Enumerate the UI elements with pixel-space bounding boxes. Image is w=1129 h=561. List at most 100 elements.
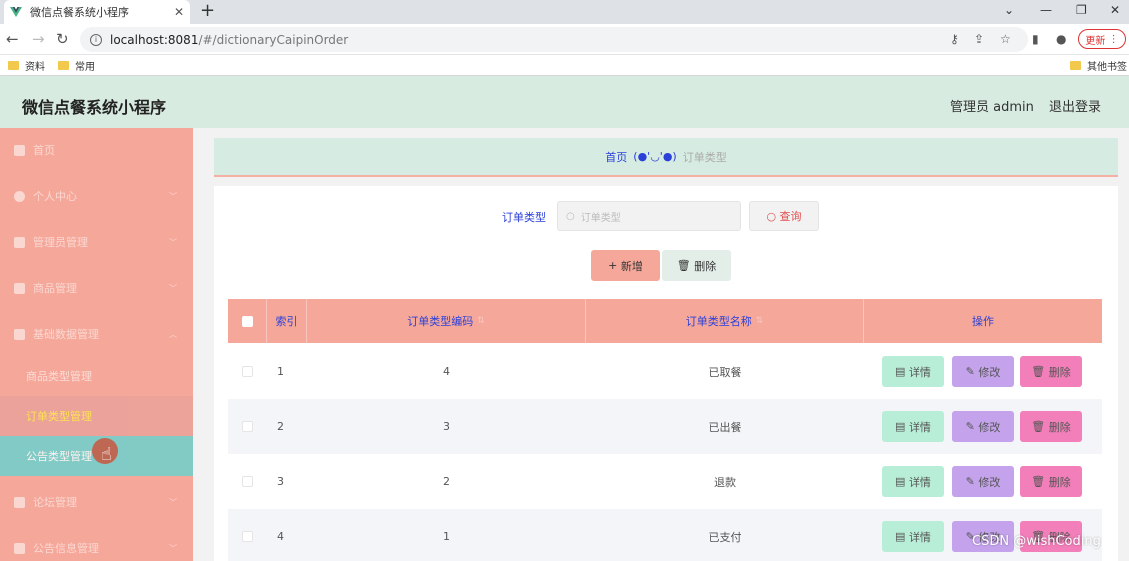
detail-button[interactable]: ▤ 详情: [882, 411, 944, 442]
trash-icon: 🗑: [1031, 475, 1049, 488]
sidebar-item-label: 个人中心: [33, 190, 77, 203]
detail-button[interactable]: ▤ 详情: [882, 466, 944, 497]
sidebar-item-admins[interactable]: 管理员管理 ﹀: [0, 220, 193, 264]
sidebar-subitem-goods-type[interactable]: 商品类型管理: [0, 356, 193, 396]
delete-button[interactable]: 🗑 删除: [1020, 466, 1082, 497]
edit-button[interactable]: ✎ 修改: [952, 411, 1014, 442]
browser-tab[interactable]: 微信点餐系统小程序 ✕: [4, 0, 190, 24]
table-icon: [14, 328, 25, 340]
detail-button[interactable]: ▤ 详情: [882, 356, 944, 387]
column-label: 订单类型编码: [407, 315, 474, 328]
row-checkbox[interactable]: [242, 421, 253, 432]
sidepanel-icon[interactable]: ▮: [1032, 32, 1039, 46]
sidebar-item-basic-data[interactable]: 基础数据管理 ︿: [0, 312, 193, 356]
query-button[interactable]: ○ 查询: [749, 201, 819, 231]
app-title: 微信点餐系统小程序: [22, 98, 167, 117]
column-label: 操作: [972, 315, 994, 328]
select-all-cell: [228, 299, 267, 343]
minimize-icon[interactable]: —: [1040, 3, 1052, 17]
folder-icon: [1070, 61, 1081, 70]
sidebar-item-goods[interactable]: 商品管理 ﹀: [0, 266, 193, 310]
row-code: 1: [443, 530, 450, 543]
edit-button[interactable]: ✎ 修改: [952, 466, 1014, 497]
home-icon: [14, 144, 25, 156]
maximize-icon[interactable]: ❐: [1076, 3, 1087, 17]
info-icon[interactable]: i: [90, 33, 102, 46]
key-icon[interactable]: ⚷: [950, 32, 959, 46]
edit-button[interactable]: ✎ 修改: [952, 356, 1014, 387]
sidebar-item-label: 管理员管理: [33, 236, 88, 249]
bookmark-folder-1[interactable]: 常用: [58, 58, 95, 73]
row-name: 已出餐: [708, 420, 742, 434]
edit-icon: ✎: [965, 475, 979, 488]
reload-icon[interactable]: ↻: [56, 30, 69, 48]
detail-label: 详情: [908, 420, 931, 434]
add-button[interactable]: + 新增: [591, 250, 660, 281]
table-header: 索引 订单类型编码 ⇅ 订单类型名称 ⇅ 操作: [228, 299, 1102, 343]
update-label: 更新: [1085, 35, 1106, 47]
row-name: 已取餐: [708, 365, 742, 379]
sidebar-item-notices[interactable]: 公告信息管理 ﹀: [0, 526, 193, 561]
sidebar-item-home[interactable]: 首页: [0, 128, 193, 172]
add-label: 新增: [620, 259, 643, 273]
delete-button[interactable]: 🗑 删除: [1020, 356, 1082, 387]
profile-icon[interactable]: ●: [1056, 32, 1066, 46]
row-code: 3: [443, 420, 450, 433]
bookmark-label: 资料: [25, 62, 45, 73]
update-button[interactable]: 更新 ⋮: [1078, 29, 1126, 49]
delete-button[interactable]: 🗑 删除: [1020, 411, 1082, 442]
logout-link[interactable]: 退出登录: [1049, 96, 1101, 115]
notice-icon: [14, 542, 25, 554]
search-input[interactable]: ○ 订单类型: [557, 201, 741, 231]
star-icon[interactable]: ☆: [1000, 32, 1011, 46]
sort-icon[interactable]: ⇅: [477, 316, 485, 326]
search-icon: ○: [766, 209, 780, 223]
batch-delete-button[interactable]: 🗑 删除: [662, 250, 731, 281]
admin-label: 管理员 admin: [950, 100, 1034, 115]
admin-icon: [14, 236, 25, 248]
breadcrumb-emoticon: (●'◡'●): [633, 150, 677, 163]
bookmark-folder-0[interactable]: 资料: [8, 58, 45, 73]
sort-icon[interactable]: ⇅: [756, 316, 764, 326]
sidebar-item-label: 基础数据管理: [33, 328, 99, 341]
breadcrumb-home[interactable]: 首页: [605, 149, 627, 165]
back-icon[interactable]: ←: [6, 30, 19, 48]
edit-label: 修改: [978, 475, 1001, 489]
row-name: 退款: [714, 475, 736, 489]
row-checkbox[interactable]: [242, 476, 253, 487]
select-all-checkbox[interactable]: [241, 315, 253, 327]
other-bookmarks[interactable]: 其他书签: [1070, 58, 1127, 73]
row-index: 4: [277, 530, 284, 543]
column-header-index: 索引: [267, 299, 307, 343]
sidebar-item-forum[interactable]: 论坛管理 ﹀: [0, 480, 193, 524]
delete-label: 删除: [1048, 365, 1071, 379]
chevron-down-icon[interactable]: ⌄: [1004, 3, 1014, 17]
close-window-icon[interactable]: ✕: [1110, 3, 1120, 17]
edit-label: 修改: [978, 420, 1001, 434]
doc-icon: ▤: [895, 475, 909, 488]
sidebar-item-label: 公告信息管理: [33, 542, 99, 555]
bookmark-label: 常用: [75, 62, 95, 73]
share-icon[interactable]: ⇪: [974, 32, 984, 46]
forward-icon[interactable]: →: [32, 30, 45, 48]
edit-label: 修改: [978, 365, 1001, 379]
breadcrumb-current: 订单类型: [682, 150, 727, 164]
sidebar-subitem-order-type[interactable]: 订单类型管理: [0, 396, 193, 436]
row-index: 1: [277, 365, 284, 378]
new-tab-button[interactable]: +: [200, 2, 215, 20]
row-checkbox-cell: [228, 509, 267, 561]
url-input[interactable]: i localhost:8081 /#/dictionaryCaipinOrde…: [80, 27, 1028, 52]
edit-icon: ✎: [965, 365, 979, 378]
sidebar-item-profile[interactable]: 个人中心 ﹀: [0, 174, 193, 218]
url-path: /#/dictionaryCaipinOrder: [198, 32, 349, 47]
folder-icon: [58, 61, 69, 70]
column-header-code[interactable]: 订单类型编码 ⇅: [307, 299, 586, 343]
folder-icon: [8, 61, 19, 70]
row-checkbox[interactable]: [242, 366, 253, 377]
app-header: 微信点餐系统小程序 管理员 admin 退出登录: [0, 76, 1129, 128]
close-tab-icon[interactable]: ✕: [174, 5, 184, 19]
row-checkbox[interactable]: [242, 531, 253, 542]
detail-button[interactable]: ▤ 详情: [882, 521, 944, 552]
column-header-name[interactable]: 订单类型名称 ⇅: [586, 299, 864, 343]
forum-icon: [14, 496, 25, 508]
